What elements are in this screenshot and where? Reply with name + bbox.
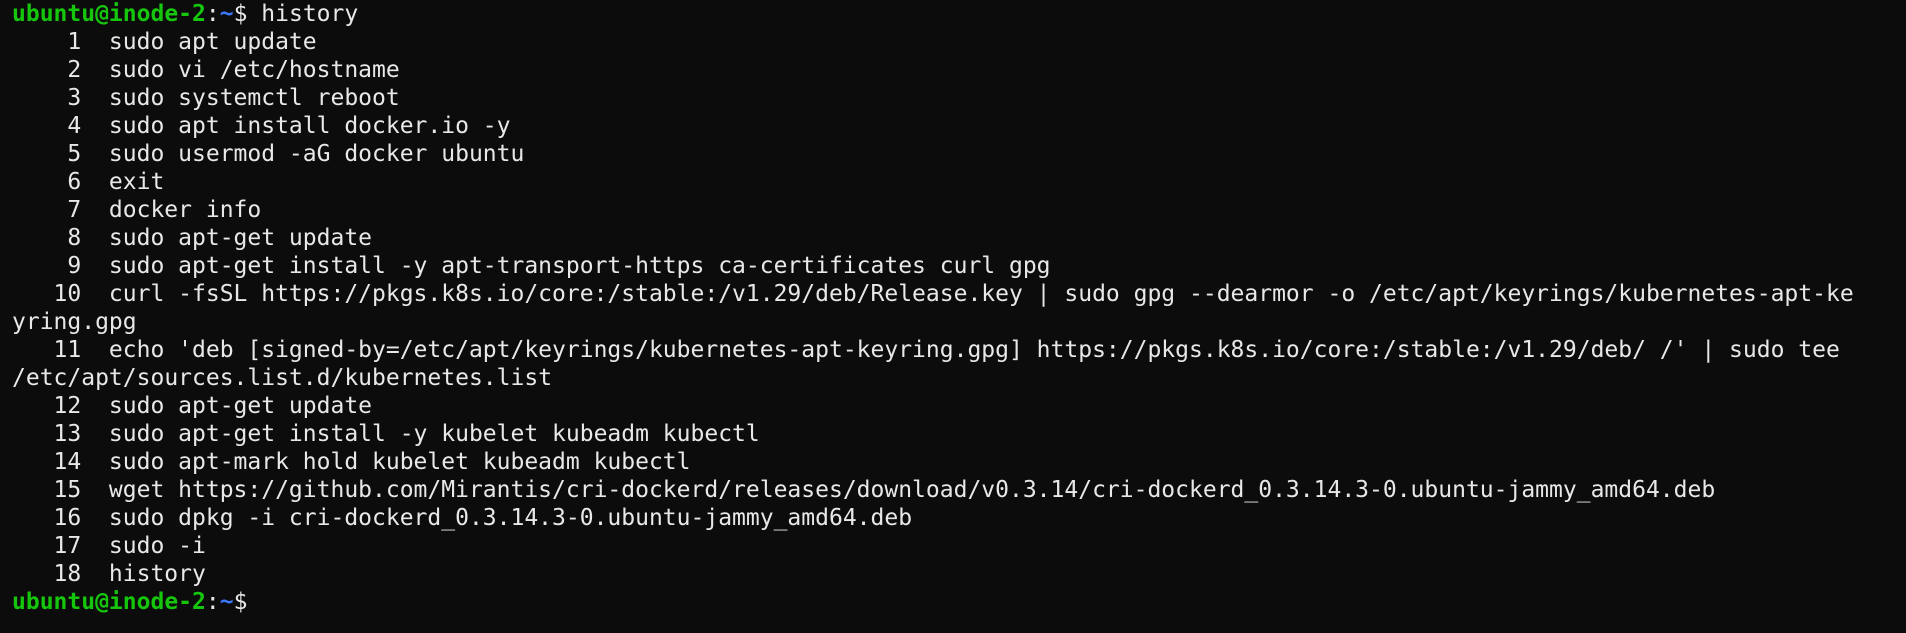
- history-command: docker info: [108, 197, 262, 223]
- history-command: history: [108, 561, 206, 587]
- history-command: sudo apt-mark hold kubelet kubeadm kubec…: [108, 449, 691, 475]
- history-command: exit: [108, 169, 165, 195]
- history-command: sudo apt-get update: [108, 225, 373, 251]
- history-entry: 7 docker info: [12, 196, 1894, 224]
- prompt-user-host: ubuntu@inode-2: [12, 1, 206, 27]
- history-entry: 18 history: [12, 560, 1894, 588]
- history-number: 18: [53, 561, 82, 587]
- history-number: 10: [53, 281, 82, 307]
- history-command: sudo -i: [108, 533, 206, 559]
- history-entry: 15 wget https://github.com/Mirantis/cri-d…: [12, 476, 1894, 504]
- history-number: 17: [53, 533, 82, 559]
- history-entry: 17 sudo -i: [12, 532, 1894, 560]
- history-number: 1: [67, 29, 82, 55]
- history-entry: 5 sudo usermod -aG docker ubuntu: [12, 140, 1894, 168]
- history-entry: 9 sudo apt-get install -y apt-transport-h…: [12, 252, 1894, 280]
- prompt-separator: :: [205, 1, 220, 27]
- history-output: 1 sudo apt update 2 sudo vi /etc/hostname 3 s…: [12, 28, 1894, 588]
- history-command-wrapped: yring.gpg: [12, 309, 137, 335]
- history-entry: 4 sudo apt install docker.io -y: [12, 112, 1894, 140]
- history-number: 13: [53, 421, 82, 447]
- history-number: 14: [53, 449, 82, 475]
- prompt-separator: :: [205, 589, 220, 615]
- history-entry: 13 sudo apt-get install -y kubelet kubead…: [12, 420, 1894, 448]
- history-number: 11: [53, 337, 82, 363]
- history-command: wget https://github.com/Mirantis/cri-doc…: [108, 477, 1716, 503]
- history-entry: 8 sudo apt-get update: [12, 224, 1894, 252]
- history-number: 4: [67, 113, 82, 139]
- prompt-line: ubuntu@inode-2:~$ history: [12, 0, 1894, 28]
- terminal-window[interactable]: ubuntu@inode-2:~$ history 1 sudo apt upda…: [0, 0, 1906, 633]
- history-command: sudo usermod -aG docker ubuntu: [108, 141, 525, 167]
- history-entry: 2 sudo vi /etc/hostname: [12, 56, 1894, 84]
- history-number: 5: [67, 141, 82, 167]
- history-command: sudo apt-get install -y kubelet kubeadm …: [108, 421, 760, 447]
- history-number: 2: [67, 57, 82, 83]
- history-number: 7: [67, 197, 82, 223]
- terminal-cursor: [261, 589, 274, 613]
- history-number: 8: [67, 225, 82, 251]
- history-entry: 3 sudo systemctl reboot: [12, 84, 1894, 112]
- history-entry: 12 sudo apt-get update: [12, 392, 1894, 420]
- history-command: sudo dpkg -i cri-dockerd_0.3.14.3-0.ubun…: [108, 505, 913, 531]
- history-entry: 16 sudo dpkg -i cri-dockerd_0.3.14.3-0.ub…: [12, 504, 1894, 532]
- history-command: curl -fsSL https://pkgs.k8s.io/core:/sta…: [108, 281, 1854, 307]
- history-command: sudo vi /etc/hostname: [108, 57, 400, 83]
- history-number: 12: [53, 393, 82, 419]
- history-command: sudo systemctl reboot: [108, 85, 400, 111]
- prompt-symbol: $: [233, 589, 262, 615]
- history-command: sudo apt-get update: [108, 393, 373, 419]
- history-command: sudo apt update: [108, 29, 317, 55]
- history-number: 9: [67, 253, 82, 279]
- history-number: 15: [53, 477, 82, 503]
- history-command-wrapped: /etc/apt/sources.list.d/kubernetes.list: [12, 365, 553, 391]
- history-entry: 1 sudo apt update: [12, 28, 1894, 56]
- prompt-line[interactable]: ubuntu@inode-2:~$: [12, 588, 1894, 616]
- history-command: sudo apt-get install -y apt-transport-ht…: [108, 253, 1051, 279]
- history-number: 16: [53, 505, 82, 531]
- history-command: echo 'deb [signed-by=/etc/apt/keyrings/k…: [108, 337, 1840, 363]
- history-command: sudo apt install docker.io -y: [108, 113, 511, 139]
- prompt-path: ~: [219, 1, 234, 27]
- history-entry: 11 echo 'deb [signed-by=/etc/apt/keyrings…: [12, 336, 1894, 364]
- history-number: 6: [67, 169, 82, 195]
- prompt-symbol: $: [233, 1, 262, 27]
- prompt-user-host: ubuntu@inode-2: [12, 589, 206, 615]
- prompt-path: ~: [219, 589, 234, 615]
- history-entry: 10 curl -fsSL https://pkgs.k8s.io/core:/s…: [12, 280, 1894, 308]
- entered-command: history: [261, 1, 359, 27]
- history-number: 3: [67, 85, 82, 111]
- history-entry: 14 sudo apt-mark hold kubelet kubeadm kub…: [12, 448, 1894, 476]
- history-entry: 6 exit: [12, 168, 1894, 196]
